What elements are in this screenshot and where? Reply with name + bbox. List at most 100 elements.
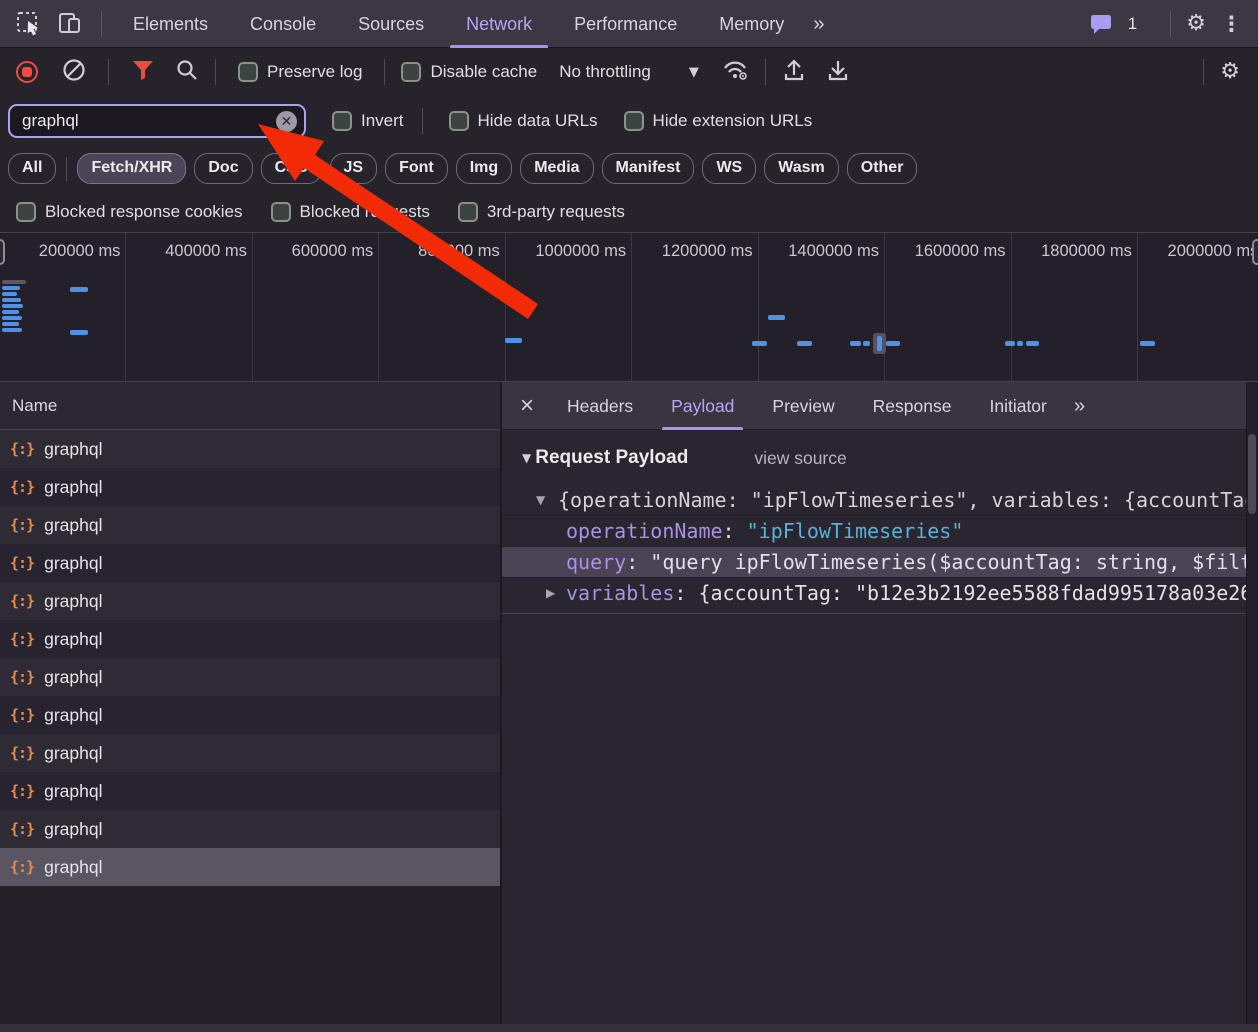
more-tabs-icon[interactable]: ›› xyxy=(805,0,830,48)
details-tab-initiator[interactable]: Initiator xyxy=(970,382,1065,430)
clear-network-log-icon[interactable] xyxy=(62,58,86,87)
issues-message-icon[interactable] xyxy=(1089,13,1113,35)
chip-font[interactable]: Font xyxy=(385,153,448,184)
request-row[interactable]: {:}graphql xyxy=(0,620,500,658)
waterfall-bar xyxy=(2,316,22,320)
details-tab-response[interactable]: Response xyxy=(854,382,971,430)
clear-filter-icon[interactable]: ✕ xyxy=(276,111,297,132)
collapse-triangle-icon[interactable]: ▼ xyxy=(522,451,531,465)
blocked-requests-checkbox[interactable] xyxy=(271,202,291,222)
tabbar-right-controls: 1 ⚙ ⋮ xyxy=(1089,11,1258,37)
details-more-tabs-icon[interactable]: ›› xyxy=(1066,382,1091,430)
details-tab-preview[interactable]: Preview xyxy=(753,382,853,430)
kebab-menu-icon[interactable]: ⋮ xyxy=(1221,12,1242,36)
timeline-ticks: 200000 ms400000 ms600000 ms800000 ms1000… xyxy=(0,233,1258,381)
blocked-response-cookies-label: Blocked response cookies xyxy=(45,202,243,222)
invert-label: Invert xyxy=(361,111,404,131)
tab-sources[interactable]: Sources xyxy=(337,0,445,48)
blocked-response-cookies-group: Blocked response cookies xyxy=(16,202,243,222)
blocked-response-cookies-checkbox[interactable] xyxy=(16,202,36,222)
request-row[interactable]: {:}graphql xyxy=(0,430,500,468)
throttling-dropdown[interactable]: No throttling ▼ xyxy=(559,62,699,82)
inspect-element-icon[interactable] xyxy=(16,11,41,36)
tab-elements[interactable]: Elements xyxy=(112,0,229,48)
request-row[interactable]: {:}graphql xyxy=(0,734,500,772)
waterfall-bar xyxy=(1026,341,1039,346)
payload-text-segment: variables xyxy=(566,581,674,605)
details-scrollbar[interactable] xyxy=(1246,382,1258,1024)
import-har-icon[interactable] xyxy=(782,58,806,87)
expanded-triangle-icon[interactable]: ▼ xyxy=(536,485,545,516)
payload-tree-row[interactable]: ▼ {operationName: "ipFlowTimeseries", var… xyxy=(502,485,1246,516)
settings-gear-icon[interactable]: ⚙ xyxy=(1186,13,1206,35)
payload-section-title: Request Payload xyxy=(535,447,688,469)
waterfall-bar xyxy=(850,341,861,346)
tab-performance[interactable]: Performance xyxy=(553,0,698,48)
chip-other[interactable]: Other xyxy=(847,153,918,184)
details-tab-payload[interactable]: Payload xyxy=(652,382,753,430)
collapsed-triangle-icon[interactable]: ▶ xyxy=(546,578,555,609)
invert-checkbox[interactable] xyxy=(332,111,352,131)
tab-network[interactable]: Network xyxy=(445,0,553,48)
bottom-edge xyxy=(0,1024,1258,1032)
3rd-party-requests-label: 3rd-party requests xyxy=(487,202,625,222)
waterfall-bar xyxy=(2,286,20,290)
payload-tree-row[interactable]: ▶variables: {accountTag: "b12e3b2192ee55… xyxy=(502,578,1246,609)
hide-data-urls-checkbox[interactable] xyxy=(449,111,469,131)
record-network-log-button[interactable] xyxy=(16,61,38,83)
tab-memory[interactable]: Memory xyxy=(698,0,805,48)
waterfall-bar xyxy=(2,298,21,302)
hide-extension-urls-checkbox[interactable] xyxy=(624,111,644,131)
scrollbar-thumb[interactable] xyxy=(1248,434,1256,514)
request-row[interactable]: {:}graphql xyxy=(0,506,500,544)
chip-css[interactable]: CSS xyxy=(261,153,322,184)
chip-all[interactable]: All xyxy=(8,153,56,184)
disable-cache-checkbox[interactable] xyxy=(401,62,421,82)
request-name: graphql xyxy=(44,439,102,460)
network-settings-gear-icon[interactable]: ⚙ xyxy=(1220,61,1240,83)
chip-manifest[interactable]: Manifest xyxy=(602,153,695,184)
request-row[interactable]: {:}graphql xyxy=(0,658,500,696)
search-icon[interactable] xyxy=(175,58,199,87)
device-toolbar-icon[interactable] xyxy=(57,11,83,36)
request-row[interactable]: {:}graphql xyxy=(0,810,500,848)
close-details-icon[interactable]: × xyxy=(502,383,548,429)
view-source-link[interactable]: view source xyxy=(754,448,846,469)
export-har-icon[interactable] xyxy=(826,58,850,87)
request-row[interactable]: {:}graphql xyxy=(0,848,500,886)
overview-left-handle[interactable] xyxy=(0,239,5,265)
json-braces-icon: {:} xyxy=(10,782,34,800)
devtools-tabbar: ElementsConsoleSourcesNetworkPerformance… xyxy=(0,0,1258,48)
network-conditions-icon[interactable] xyxy=(721,58,751,87)
preserve-log-checkbox[interactable] xyxy=(238,62,258,82)
json-braces-icon: {:} xyxy=(10,668,34,686)
tab-console[interactable]: Console xyxy=(229,0,337,48)
chip-wasm[interactable]: Wasm xyxy=(764,153,839,184)
3rd-party-requests-checkbox[interactable] xyxy=(458,202,478,222)
chip-js[interactable]: JS xyxy=(330,153,378,184)
overview-right-handle[interactable] xyxy=(1252,239,1258,265)
request-row[interactable]: {:}graphql xyxy=(0,696,500,734)
filter-funnel-icon[interactable] xyxy=(131,59,155,86)
timeline-tick: 1400000 ms xyxy=(759,233,885,381)
chip-fetch-xhr[interactable]: Fetch/XHR xyxy=(77,153,186,184)
request-row[interactable]: {:}graphql xyxy=(0,544,500,582)
payload-tree-row[interactable]: operationName: "ipFlowTimeseries" xyxy=(502,516,1246,547)
name-column-header[interactable]: Name xyxy=(0,382,500,430)
hide-data-urls-label: Hide data URLs xyxy=(478,111,598,131)
chip-media[interactable]: Media xyxy=(520,153,593,184)
request-name: graphql xyxy=(44,629,102,650)
payload-text-segment: {operationName: "ipFlowTimeseries", vari… xyxy=(558,488,1246,512)
waterfall-bar xyxy=(2,292,17,296)
payload-tree-row[interactable]: query: "query ipFlowTimeseries($accountT… xyxy=(502,547,1246,578)
timeline-overview[interactable]: 200000 ms400000 ms600000 ms800000 ms1000… xyxy=(0,232,1258,382)
chip-ws[interactable]: WS xyxy=(702,153,756,184)
request-row[interactable]: {:}graphql xyxy=(0,772,500,810)
chip-doc[interactable]: Doc xyxy=(194,153,252,184)
request-row[interactable]: {:}graphql xyxy=(0,582,500,620)
chip-img[interactable]: Img xyxy=(456,153,512,184)
details-tab-headers[interactable]: Headers xyxy=(548,382,652,430)
request-row[interactable]: {:}graphql xyxy=(0,468,500,506)
filter-input[interactable] xyxy=(10,111,304,131)
waterfall-bar xyxy=(2,304,23,308)
